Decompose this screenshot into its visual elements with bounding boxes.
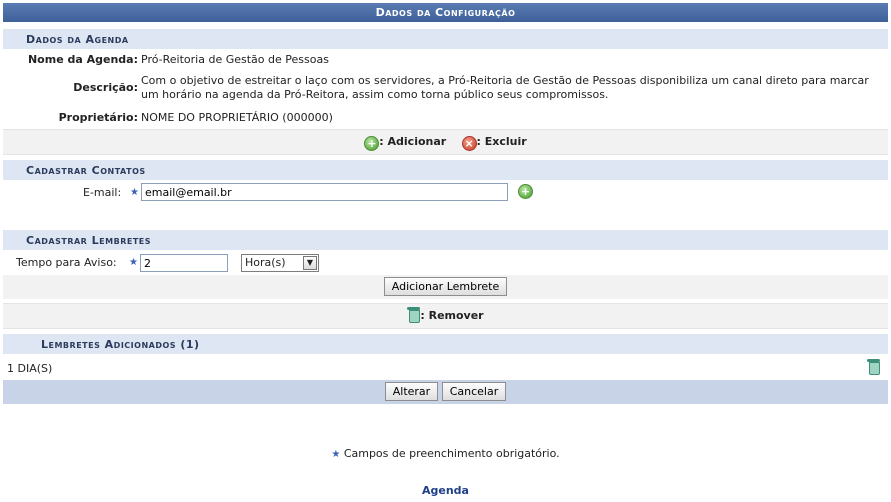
section-cadastrar-lembretes: Cadastrar Lembretes <box>3 230 888 251</box>
add-contact-icon[interactable]: + <box>518 184 533 199</box>
contatos-form: E-mail: ★ + <box>3 181 888 230</box>
add-reminder-bar: Adicionar Lembrete <box>3 275 888 299</box>
agenda-link[interactable]: Agenda <box>422 484 469 497</box>
email-input[interactable] <box>141 183 508 201</box>
required-star-icon: ★ <box>130 187 139 198</box>
required-note-text: Campos de preenchimento obrigatório. <box>343 447 560 460</box>
agenda-owner-value: NOME DO PROPRIETÁRIO (000000) <box>141 111 333 124</box>
unit-select-value: Hora(s) <box>245 256 286 269</box>
required-note: ★ Campos de preenchimento obrigatório. <box>0 447 891 460</box>
section-cadastrar-contatos: Cadastrar Contatos <box>3 160 888 181</box>
panel-title: Dados da Configuração <box>3 3 888 22</box>
alterar-button[interactable]: Alterar <box>384 382 439 401</box>
chevron-down-icon: ▼ <box>303 256 317 270</box>
cancelar-button[interactable]: Cancelar <box>441 382 507 401</box>
legend-remove: : Remover <box>3 303 888 329</box>
agenda-details: Nome da Agenda: Pró-Reitoria de Gestão d… <box>3 50 888 158</box>
add-reminder-button[interactable]: Adicionar Lembrete <box>383 277 508 296</box>
lembretes-form: Tempo para Aviso: ★ Hora(s) ▼ <box>3 251 888 275</box>
remove-reminder-icon[interactable] <box>867 359 880 375</box>
legend-remove-label: : Remover <box>420 309 484 322</box>
config-panel: Dados da Configuração Dados da Agenda No… <box>3 3 888 404</box>
tempo-label: Tempo para Aviso: <box>16 256 117 269</box>
unit-select[interactable]: Hora(s) ▼ <box>241 254 319 272</box>
required-star-icon: ★ <box>129 257 138 268</box>
section-lembretes-adicionados: Lembretes Adicionados (1) <box>3 334 888 355</box>
reminder-row: 1 DIA(S) <box>3 355 888 380</box>
tempo-input[interactable] <box>140 254 228 272</box>
reminder-item-label: 1 DIA(S) <box>7 362 53 375</box>
agenda-name-value: Pró-Reitoria de Gestão de Pessoas <box>141 53 329 66</box>
form-actions: Alterar Cancelar <box>3 380 888 404</box>
section-dados-agenda: Dados da Agenda <box>3 29 888 50</box>
footer: Agenda <box>0 484 891 497</box>
agenda-desc-value: Com o objetivo de estreitar o laço com o… <box>141 74 869 101</box>
agenda-owner-label: Proprietário: <box>58 111 138 124</box>
trash-icon <box>407 307 421 323</box>
email-label: E-mail: <box>83 186 122 199</box>
agenda-desc-label: Descrição: <box>73 81 138 94</box>
agenda-name-label: Nome da Agenda: <box>27 53 138 66</box>
required-star-icon: ★ <box>331 449 341 460</box>
